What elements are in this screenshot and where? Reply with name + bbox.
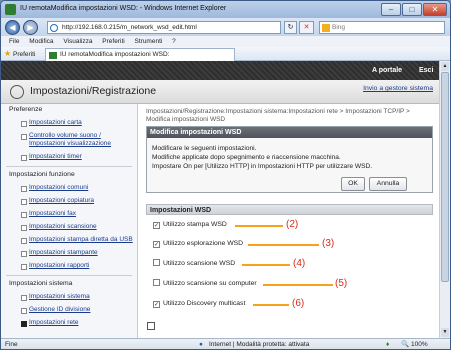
browser-window: IU remotaModifica impostazioni WSD: - Wi… xyxy=(0,0,451,350)
sidebar-item-paper[interactable]: Impostazioni carta xyxy=(1,119,137,127)
sidebar-item-common[interactable]: Impostazioni comuni xyxy=(1,184,137,192)
maximize-button[interactable]: □ xyxy=(402,3,422,16)
menu-tools[interactable]: Strumenti xyxy=(135,38,163,45)
divider xyxy=(6,275,132,276)
sidebar-item-timer[interactable]: Impostazioni timer xyxy=(1,153,137,161)
menu-bar: File Modifica Visualizza Preferiti Strum… xyxy=(1,36,450,47)
close-button[interactable]: ✕ xyxy=(423,3,447,16)
bing-icon xyxy=(322,24,330,32)
sidebar-section-functions: Impostazioni funzione xyxy=(9,171,75,178)
forward-button[interactable]: ▶ xyxy=(23,20,38,35)
portal-link[interactable]: A portale xyxy=(372,67,402,74)
search-input[interactable]: Bing xyxy=(319,21,445,34)
window-title: IU remotaModifica impostazioni WSD: - Wi… xyxy=(20,5,227,12)
sidebar-item-reports[interactable]: Impostazioni rapporti xyxy=(1,262,137,270)
sidebar-item-system[interactable]: Impostazioni sistema xyxy=(1,293,137,301)
sidebar-item-copy[interactable]: Impostazioni copiatura xyxy=(1,197,137,205)
page-top-icon[interactable] xyxy=(147,322,155,330)
sidebar-section-preferences: Preferenze xyxy=(9,106,43,113)
ie-icon xyxy=(50,24,58,32)
dialog-line-3: Impostare On per [Utilizzo HTTP] in Impo… xyxy=(152,163,373,170)
sidebar-item-fax[interactable]: Impostazioni fax xyxy=(1,210,137,218)
main-panel: Impostazioni/Registrazione:Impostazioni … xyxy=(138,104,439,338)
sidebar-item-usb-print[interactable]: Impostazioni stampa diretta da USB xyxy=(1,236,137,244)
callout-line xyxy=(248,244,319,246)
status-text: Fine xyxy=(5,341,18,348)
dialog-line-2: Modifiche applicate dopo spegnimento e r… xyxy=(152,154,341,161)
sidebar-item-printer[interactable]: Impostazioni stampante xyxy=(1,249,137,257)
dialog-title: Modifica impostazioni WSD xyxy=(147,127,432,138)
sidebar-section-system: Impostazioni sistema xyxy=(9,280,73,287)
menu-help[interactable]: ? xyxy=(172,38,176,45)
callout-line xyxy=(235,225,283,227)
favorites-button[interactable]: ★ Preferiti xyxy=(4,49,35,60)
wsd-scan-checkbox[interactable]: Utilizzo scansione WSD xyxy=(153,259,235,268)
scroll-thumb[interactable] xyxy=(441,72,449,282)
checkbox-icon: ✓ xyxy=(153,222,160,229)
globe-icon: ● xyxy=(199,341,203,348)
callout-6: (6) xyxy=(292,298,305,309)
multicast-discovery-checkbox[interactable]: ✓ Utilizzo Discovery multicast xyxy=(153,299,245,308)
wsd-browse-checkbox[interactable]: ✓ Utilizzo esplorazione WSD xyxy=(153,239,243,248)
breadcrumb: Impostazioni/Registrazione:Impostazioni … xyxy=(146,108,410,123)
callout-5: (5) xyxy=(335,278,348,289)
protected-mode-icon: ♦ xyxy=(386,341,390,348)
zoom-icon: 🔍 xyxy=(401,341,410,348)
callout-line xyxy=(242,264,290,266)
dialog-line-1: Modificare le seguenti impostazioni. xyxy=(152,145,257,152)
scrollbar[interactable]: ▲ ▼ xyxy=(439,61,450,338)
stop-icon[interactable]: ✕ xyxy=(299,21,314,34)
callout-3: (3) xyxy=(322,238,335,249)
star-icon: ★ xyxy=(4,49,12,58)
portal-strip: A portale Esci xyxy=(1,61,439,80)
wsd-section-header: Impostazioni WSD xyxy=(146,204,433,215)
wsd-print-checkbox[interactable]: ✓ Utilizzo stampa WSD xyxy=(153,220,227,229)
checkbox-icon: ✓ xyxy=(153,241,160,248)
page-header: Impostazioni/Registrazione Invio a gesto… xyxy=(1,80,439,104)
sidebar: Preferenze Impostazioni carta Controllo … xyxy=(1,104,138,338)
ok-button[interactable]: OK xyxy=(341,177,365,191)
back-button[interactable]: ◀ xyxy=(5,20,20,35)
callout-4: (4) xyxy=(293,258,306,269)
settings-logo-icon xyxy=(10,85,24,99)
checkbox-icon xyxy=(153,279,160,286)
address-bar: ◀ ▶ http://192.168.0.215/m_network_wsd_e… xyxy=(1,18,450,36)
menu-favorites[interactable]: Preferiti xyxy=(102,38,124,45)
url-field[interactable]: http://192.168.0.215/m_network_wsd_edit.… xyxy=(47,21,281,34)
callout-line xyxy=(263,284,333,286)
cancel-button[interactable]: Annulla xyxy=(369,177,407,191)
divider xyxy=(6,166,132,167)
sidebar-item-scan[interactable]: Impostazioni scansione xyxy=(1,223,137,231)
callout-line xyxy=(253,304,289,306)
browser-tab[interactable]: IU remotaModifica impostazioni WSD: xyxy=(45,48,235,61)
app-icon xyxy=(5,4,16,15)
mail-admin-link[interactable]: Invio a gestore sistema xyxy=(363,85,433,92)
edit-dialog: Modifica impostazioni WSD Modificare le … xyxy=(146,126,433,193)
favorites-bar: ★ Preferiti IU remotaModifica impostazio… xyxy=(1,47,450,61)
menu-view[interactable]: Visualizza xyxy=(63,38,92,45)
tab-icon xyxy=(49,52,57,59)
zone-text: Internet | Modalità protetta: attivata xyxy=(209,341,310,348)
status-bar: Fine ● Internet | Modalità protetta: att… xyxy=(1,338,450,349)
exit-link[interactable]: Esci xyxy=(419,67,433,74)
sidebar-item-department-id[interactable]: Gestione ID divisione xyxy=(1,306,137,314)
minimize-button[interactable]: – xyxy=(381,3,401,16)
sidebar-item-network[interactable]: Impostazioni rete xyxy=(1,319,137,327)
sidebar-item-volume-display[interactable]: Controllo volume suono / Impostazioni vi… xyxy=(1,132,137,148)
checkbox-icon: ✓ xyxy=(153,301,160,308)
refresh-icon[interactable]: ↻ xyxy=(284,21,297,34)
scroll-down-icon[interactable]: ▼ xyxy=(441,328,449,337)
title-bar: IU remotaModifica impostazioni WSD: - Wi… xyxy=(1,1,450,18)
page-content: A portale Esci Impostazioni/Registrazion… xyxy=(1,61,439,338)
menu-edit[interactable]: Modifica xyxy=(29,38,53,45)
checkbox-icon xyxy=(153,259,160,266)
page-title: Impostazioni/Registrazione xyxy=(30,85,157,97)
callout-2: (2) xyxy=(286,219,299,230)
menu-file[interactable]: File xyxy=(9,38,19,45)
scan-to-computer-checkbox[interactable]: Utilizzo scansione su computer xyxy=(153,279,257,288)
zoom-level[interactable]: 100% xyxy=(411,339,428,349)
scroll-up-icon[interactable]: ▲ xyxy=(441,62,449,71)
